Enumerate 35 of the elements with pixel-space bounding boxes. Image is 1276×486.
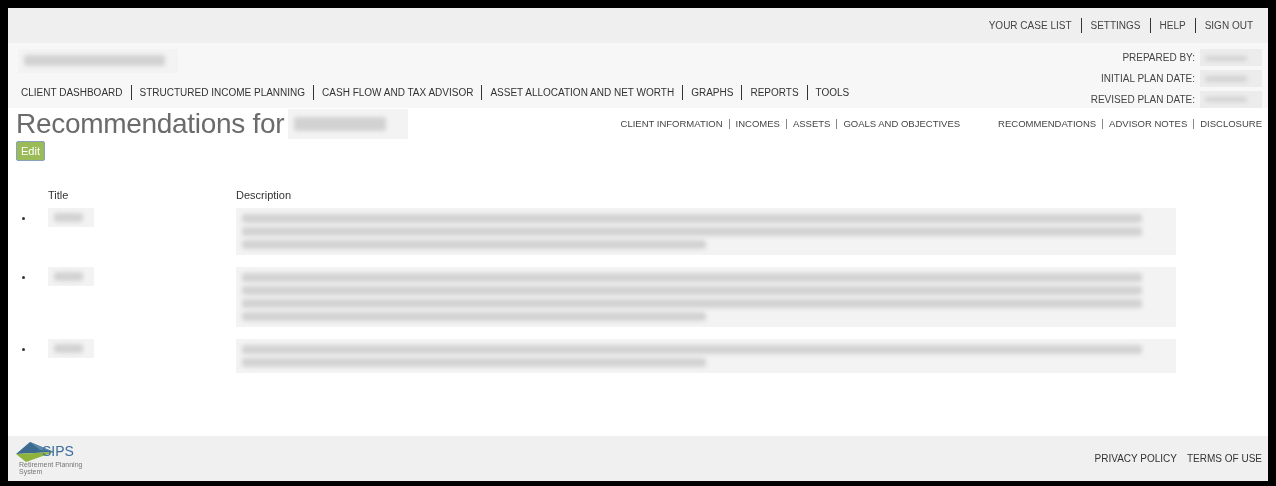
- section-link[interactable]: ADVISOR NOTES: [1103, 118, 1194, 129]
- top-link[interactable]: YOUR CASE LIST: [979, 20, 1081, 31]
- logo-text: SIPS: [42, 442, 74, 459]
- page-title: Recommendations for: [16, 108, 285, 140]
- bullet-icon: [22, 348, 25, 351]
- bullet-icon: [22, 275, 25, 279]
- field-label: PREPARED BY:: [1121, 52, 1195, 64]
- bullet-icon: [22, 217, 25, 220]
- footer-link[interactable]: PRIVACY POLICY: [1094, 453, 1177, 464]
- top-link[interactable]: SIGN OUT: [1195, 20, 1262, 31]
- nav-tab[interactable]: REPORTS: [742, 87, 807, 98]
- section-link[interactable]: CLIENT INFORMATION: [614, 118, 729, 129]
- section-link[interactable]: DISCLOSURE: [1194, 118, 1262, 129]
- footer-link[interactable]: TERMS OF USE: [1187, 453, 1262, 464]
- section-link[interactable]: ASSETS: [786, 118, 837, 129]
- top-link[interactable]: SETTINGS: [1081, 20, 1150, 31]
- section-link[interactable]: GOALS AND OBJECTIVES: [837, 118, 967, 129]
- nav-tab[interactable]: ASSET ALLOCATION AND NET WORTH: [482, 87, 683, 98]
- redacted-text: [48, 266, 94, 286]
- nav-tab[interactable]: STRUCTURED INCOME PLANNING: [131, 87, 314, 98]
- redacted-text: [1200, 49, 1262, 67]
- nav-tab[interactable]: GRAPHS: [683, 87, 742, 98]
- redacted-text: [48, 208, 94, 227]
- column-header: Title: [48, 189, 236, 204]
- field-label: REVISED PLAN DATE:: [1090, 93, 1195, 105]
- redacted-text: [48, 339, 94, 358]
- field-label: INITIAL PLAN DATE:: [1100, 73, 1195, 84]
- section-link[interactable]: INCOMES: [729, 118, 786, 129]
- column-header: Description: [236, 189, 293, 203]
- nav-tab[interactable]: CASH FLOW AND TAX ADVISOR: [314, 87, 482, 98]
- section-link[interactable]: RECOMMENDATIONS: [992, 118, 1103, 129]
- top-link[interactable]: HELP: [1150, 20, 1195, 31]
- nav-tab[interactable]: TOOLS: [807, 87, 858, 98]
- redacted-text: [1200, 70, 1262, 87]
- nav-tab[interactable]: CLIENT DASHBOARD: [18, 87, 131, 98]
